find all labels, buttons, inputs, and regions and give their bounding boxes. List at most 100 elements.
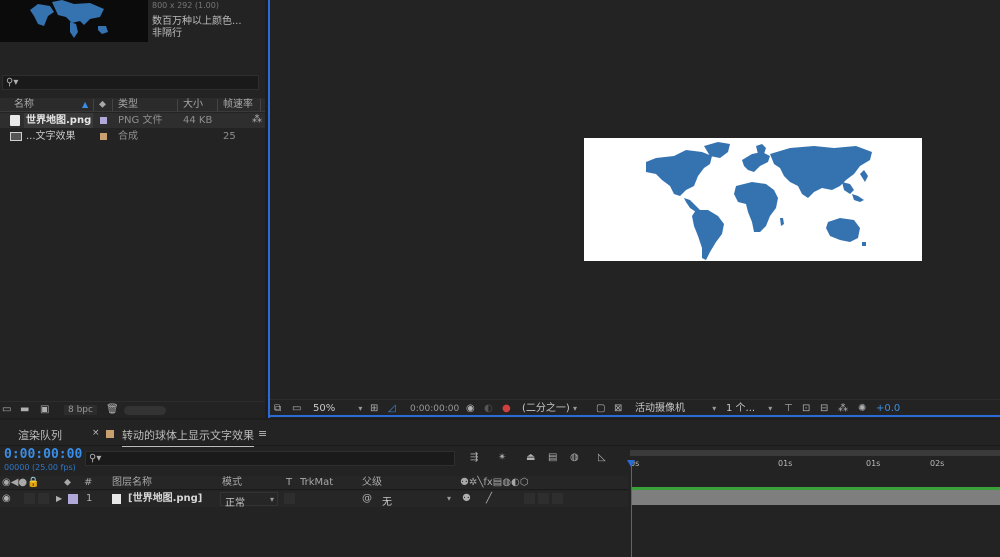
chevron-down-icon: ▾ — [446, 494, 451, 503]
flowchart-icon[interactable]: ⁂ — [838, 403, 848, 415]
composition-canvas[interactable] — [584, 138, 922, 261]
motion-blur-icon[interactable]: ◍ — [570, 452, 579, 464]
mode-value: 正常 — [225, 498, 245, 509]
timeline-icon[interactable]: ⊟ — [820, 403, 828, 415]
flowchart-icon[interactable]: ⁂ — [252, 114, 262, 126]
label-tag-icon[interactable]: ⬥ — [64, 477, 71, 489]
new-composition-icon[interactable]: ▣ — [40, 404, 49, 416]
reset-exposure-icon[interactable]: ✺ — [858, 403, 866, 415]
zoom-value: 50% — [313, 403, 336, 414]
snapshot-camera-icon[interactable]: ◉ — [466, 403, 475, 415]
trash-icon[interactable]: 🗑 — [106, 404, 119, 416]
column-layer-name[interactable]: 图层名称 — [112, 477, 152, 489]
column-size[interactable]: 大小 — [183, 98, 203, 112]
project-item[interactable]: 世界地图.png PNG 文件 44 KB ⁂ — [0, 113, 265, 128]
comp-mini-flowchart-icon[interactable]: ⇶ — [470, 452, 478, 464]
search-icon: ⚲▾ — [89, 453, 102, 464]
mask-visibility-icon[interactable]: ◿ — [388, 403, 396, 415]
layer-row[interactable]: ◉ ▶ 1 [世界地图.png] 正常 ▾ @ 无 ▾ ⚉ ╱ — [0, 491, 628, 509]
comp-label-swatch — [106, 430, 114, 438]
column-label-number[interactable]: # — [84, 477, 92, 489]
pick-whip-icon[interactable]: @ — [362, 493, 372, 505]
interpret-footage-icon[interactable]: ▭ — [2, 404, 11, 416]
layer-name[interactable]: [世界地图.png] — [128, 493, 202, 505]
parent-select[interactable]: 无 ▾ — [378, 492, 454, 508]
av-features-icons: ◉◀●🔒 — [2, 477, 40, 488]
fast-previews-icon[interactable]: ⊡ — [802, 403, 810, 415]
timeline-search-input[interactable]: ⚲▾ — [85, 451, 455, 466]
tab-composition[interactable]: 转动的球体上显示文字效果 — [122, 427, 254, 447]
shy-switch-icon[interactable]: ⚉ — [462, 493, 471, 505]
camera-select[interactable]: 活动摄像机 ▾ — [635, 403, 716, 415]
resolution-value: (二分之一) — [522, 403, 570, 414]
expand-triangle-icon[interactable]: ▶ — [56, 493, 62, 505]
toggle-pixel-aspect-icon[interactable]: ⊤ — [784, 403, 793, 415]
bit-depth-button[interactable]: 8 bpc — [64, 405, 97, 415]
column-trkmat[interactable]: TrkMat — [300, 477, 333, 489]
preserve-transparency-toggle[interactable] — [284, 493, 295, 504]
thumbnail-color-depth: 数百万种以上颜色... — [152, 16, 242, 27]
playhead-handle-icon[interactable] — [627, 460, 635, 467]
region-of-interest-icon[interactable]: ▢ — [596, 403, 605, 415]
chevron-down-icon: ▾ — [269, 495, 274, 504]
column-type[interactable]: 类型 — [118, 98, 138, 112]
thumbnail-scroll-slider[interactable] — [124, 406, 166, 415]
viewer-timecode[interactable]: 0:00:00:00 — [410, 403, 459, 415]
column-fps[interactable]: 帧速率 — [223, 98, 253, 112]
thumbnail-info: 800 x 292 (1.00) 数百万种以上颜色... 非隔行 — [152, 0, 262, 40]
column-name[interactable]: 名称 — [14, 98, 34, 112]
transparency-grid-icon[interactable]: ⊠ — [614, 403, 622, 415]
column-t[interactable]: T — [286, 477, 292, 489]
effects-switch[interactable] — [524, 493, 535, 504]
monitor-icon[interactable]: ▭ — [292, 403, 301, 415]
new-folder-icon[interactable]: ▬ — [20, 404, 29, 416]
thumbnail-interlace: 非隔行 — [152, 28, 182, 39]
ruler-tick-label: 01s — [866, 459, 881, 468]
show-snapshot-icon[interactable]: ◐ — [484, 403, 493, 415]
draft-3d-icon[interactable]: ✴ — [498, 452, 506, 464]
project-item-name: 世界地图.png — [24, 113, 94, 128]
safe-margins-icon[interactable]: ⊞ — [370, 403, 378, 415]
quality-switch-icon[interactable]: ╱ — [486, 493, 492, 505]
column-mode[interactable]: 模式 — [222, 477, 242, 489]
label-color-swatch[interactable] — [100, 133, 107, 140]
frame-rate-info: 00000 (25.00 fps) — [4, 463, 76, 472]
sort-ascending-icon[interactable]: ▲ — [82, 98, 88, 112]
playhead[interactable] — [627, 460, 635, 557]
frame-blending-icon[interactable]: ▤ — [548, 452, 557, 464]
composition-viewer[interactable]: ⧉ ▭ 50% ▾ ⊞ ◿ 0:00:00:00 ◉ ◐ ● (二分之一) ▾ … — [268, 0, 1000, 418]
motion-blur-switch[interactable] — [538, 493, 549, 504]
project-item[interactable]: ...文字效果 合成 25 — [0, 129, 265, 144]
close-icon[interactable]: × — [92, 428, 100, 438]
resolution-select[interactable]: (二分之一) ▾ — [522, 403, 577, 415]
layer-column-header: ◉◀●🔒 ⬥ # 图层名称 模式 T TrkMat 父级 ⚉✲╲fx▤◍◐⬡ — [0, 476, 628, 490]
chevron-down-icon: ▾ — [358, 404, 363, 413]
views-layout-select[interactable]: 1 个... ▾ — [726, 403, 772, 415]
exposure-value[interactable]: +0.0 — [876, 403, 900, 415]
project-footer: ▭ ▬ ▣ 8 bpc 🗑 — [0, 401, 265, 418]
timeline-panel: 渲染队列 × 转动的球体上显示文字效果 ≡ 0:00:00:00 00000 (… — [0, 420, 1000, 557]
zoom-select[interactable]: 50% ▾ — [313, 403, 362, 415]
layer-in-out-indicator — [632, 487, 1000, 490]
lock-toggle[interactable] — [38, 493, 49, 504]
tab-render-queue[interactable]: 渲染队列 — [18, 427, 62, 443]
audio-toggle[interactable] — [24, 493, 35, 504]
world-map-image — [646, 142, 872, 260]
hide-shy-layers-icon[interactable]: ⏏ — [526, 452, 535, 464]
color-channels-icon[interactable]: ● — [502, 403, 511, 415]
panel-menu-icon[interactable]: ≡ — [258, 427, 267, 440]
current-time-display[interactable]: 0:00:00:00 — [4, 447, 82, 462]
work-area-bar[interactable] — [630, 450, 1000, 456]
layer-label-swatch[interactable] — [68, 494, 78, 504]
graph-editor-icon[interactable]: ◺ — [598, 452, 606, 464]
label-color-swatch[interactable] — [100, 117, 107, 124]
always-preview-icon[interactable]: ⧉ — [274, 403, 281, 415]
eye-icon[interactable]: ◉ — [2, 493, 11, 505]
mode-select[interactable]: 正常 ▾ — [220, 492, 278, 509]
column-parent[interactable]: 父级 — [362, 477, 382, 489]
project-search-input[interactable]: ⚲▾ — [2, 75, 259, 90]
chevron-down-icon: ▾ — [712, 404, 717, 413]
3d-layer-switch[interactable] — [552, 493, 563, 504]
project-panel: 800 x 292 (1.00) 数百万种以上颜色... 非隔行 ⚲▾ 名称 ▲… — [0, 0, 265, 418]
label-tag-icon[interactable]: ⬥ — [99, 98, 106, 112]
